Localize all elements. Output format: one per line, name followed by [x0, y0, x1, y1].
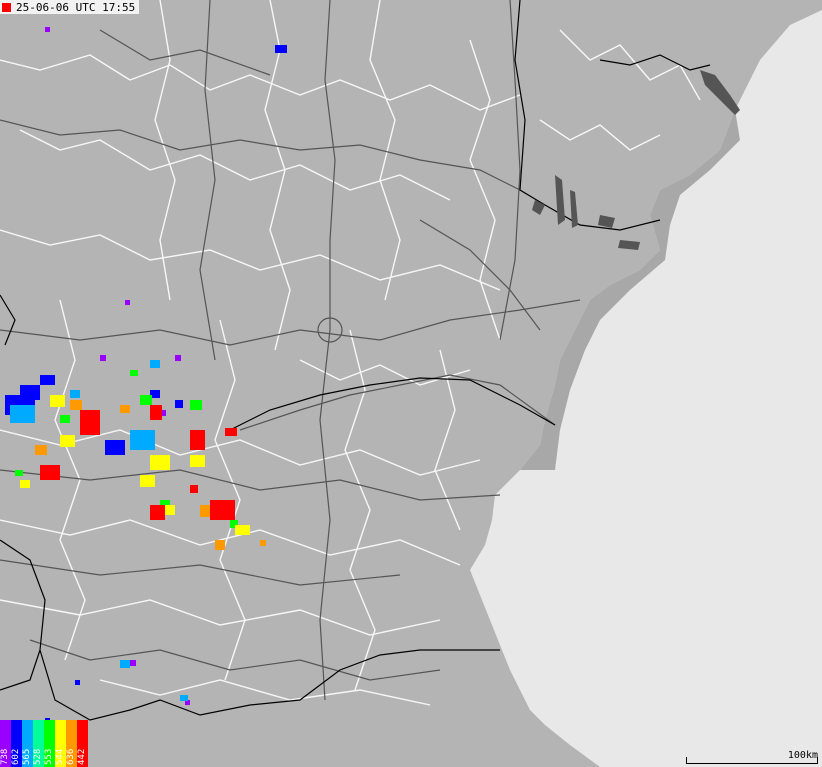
- legend-cell: 738: [0, 720, 11, 767]
- legend-label: 738: [0, 748, 10, 765]
- legend-label: 636: [66, 748, 76, 765]
- color-legend: 738 602 565 528 553 544 636 442: [0, 720, 88, 767]
- legend-cell: 442: [77, 720, 88, 767]
- scale-bar: 100km: [682, 747, 822, 767]
- scale-label: 100km: [787, 750, 818, 761]
- legend-label: 602: [11, 748, 21, 765]
- legend-cell: 602: [11, 720, 22, 767]
- legend-label: 442: [77, 748, 87, 765]
- legend-cell: 528: [33, 720, 44, 767]
- timestamp-box: 25-06-06 UTC 17:55: [0, 0, 140, 14]
- legend-cell: 553: [44, 720, 55, 767]
- timestamp-marker-icon: [2, 2, 11, 12]
- lightning-map[interactable]: [0, 0, 822, 767]
- timestamp-label: 25-06-06 UTC 17:55: [16, 0, 136, 14]
- legend-cell: 544: [55, 720, 66, 767]
- legend-label: 544: [55, 748, 65, 765]
- legend-cell: 636: [66, 720, 77, 767]
- legend-label: 553: [44, 748, 54, 765]
- legend-label: 565: [22, 748, 32, 765]
- legend-cell: 565: [22, 720, 33, 767]
- legend-label: 528: [33, 748, 43, 765]
